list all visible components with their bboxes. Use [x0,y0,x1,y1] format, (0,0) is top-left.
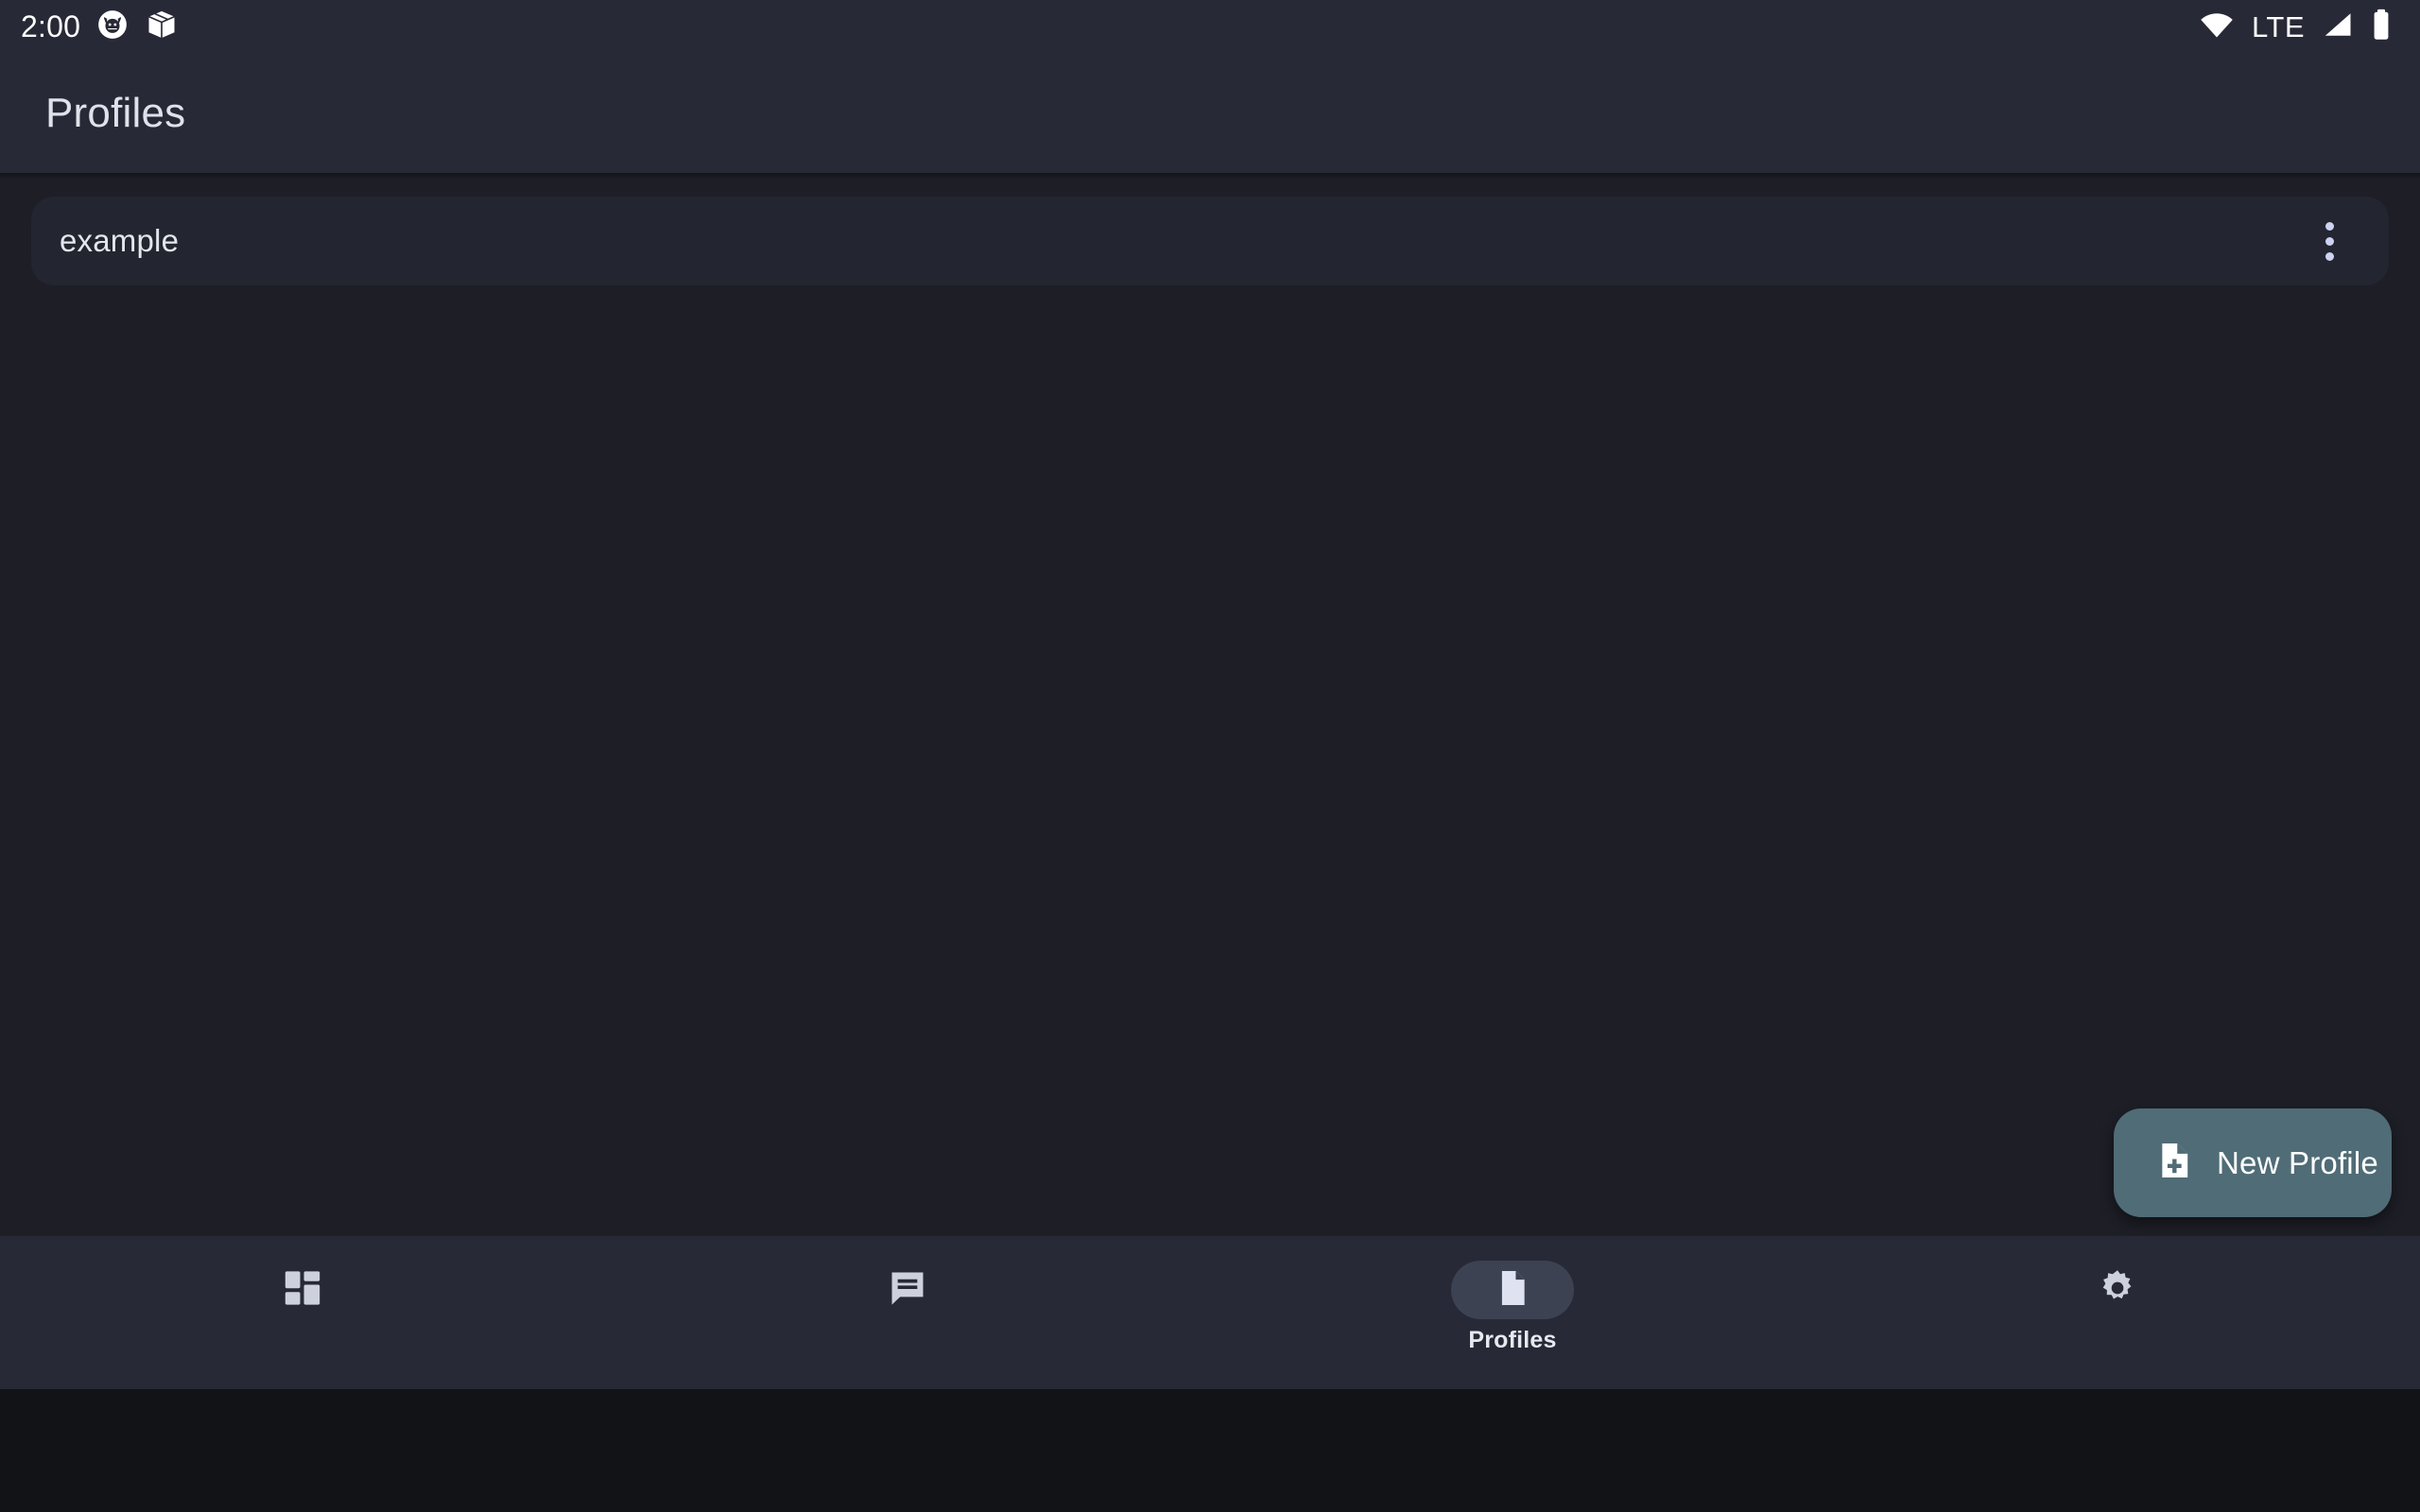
document-icon [1491,1266,1534,1314]
nav-tab-settings[interactable] [1815,1236,2420,1389]
dashboard-pill [241,1261,364,1319]
battery-icon [2371,9,2392,45]
nav-tab-dashboard[interactable] [0,1236,605,1389]
status-bar-right: LTE [2199,9,2392,45]
android-screen: 2:00 LTE Profiles example New Profile Pr… [0,0,2420,1512]
profiles-list: example [0,173,2420,1236]
cat-notification-icon [96,9,129,45]
wifi-icon [2199,9,2235,44]
nav-label-profiles: Profiles [1468,1327,1557,1353]
new-document-icon [2152,1139,2196,1187]
list-item[interactable]: example [31,197,2389,285]
settings-pill [2056,1261,2179,1319]
cellular-signal-icon [2322,10,2354,43]
status-bar-left: 2:00 [19,8,179,46]
page-title: Profiles [45,89,186,136]
profile-name: example [60,223,180,258]
network-type-label: LTE [2251,9,2305,43]
system-navigation-bar [0,1389,2420,1512]
package-icon [145,8,179,46]
nav-tab-profiles[interactable]: Profiles [1210,1236,1815,1389]
dashboard-icon [281,1266,324,1314]
status-bar-clock: 2:00 [21,9,81,43]
chat-icon [886,1266,929,1314]
new-profile-button[interactable]: New Profile [2114,1108,2392,1217]
app-bar: Profiles [0,53,2420,180]
settings-gear-icon [2096,1266,2139,1314]
chat-pill [846,1261,969,1319]
profiles-pill-indicator [1451,1261,1574,1319]
status-bar: 2:00 LTE [0,0,2420,53]
bottom-navigation: Profiles [0,1236,2420,1389]
new-profile-label: New Profile [2217,1144,2378,1180]
overflow-menu-icon[interactable] [2298,210,2360,272]
nav-tab-chat[interactable] [605,1236,1210,1389]
